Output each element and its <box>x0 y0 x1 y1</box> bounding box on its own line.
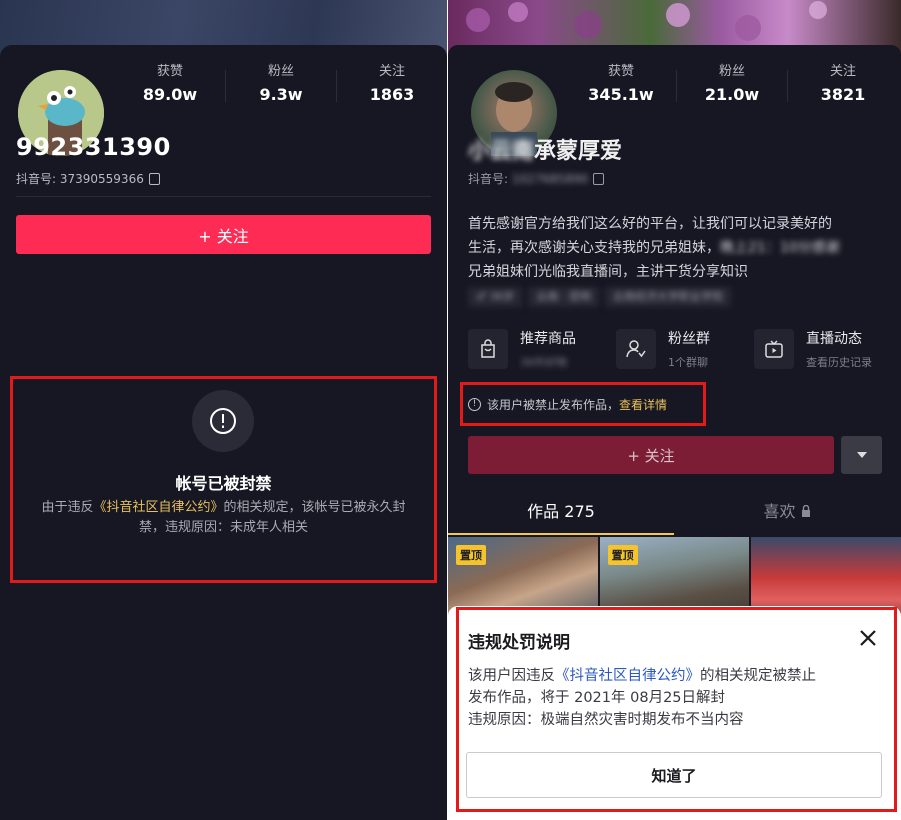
bag-icon <box>468 329 508 369</box>
stat-likes[interactable]: 获赞 89.0w <box>115 60 225 104</box>
feature-title: 推荐商品 <box>520 331 576 347</box>
alert-icon <box>192 390 254 452</box>
feature-products[interactable]: 推荐商品 36件好物 <box>468 325 606 373</box>
ban-desc-prefix: 由于违反 <box>41 500 94 515</box>
ban-title: 帐号已被封禁 <box>175 474 272 493</box>
highlight-box <box>456 607 897 812</box>
stat-value: 21.0w <box>704 85 760 104</box>
profile-name: 992331390 <box>16 133 171 161</box>
copy-icon[interactable] <box>148 173 160 185</box>
bio-text: 首先感谢官方给我们这么好的平台，让我们可以记录美好的 生活，再次感谢关心支持我的… <box>468 212 883 284</box>
live-icon <box>754 329 794 369</box>
stat-label: 关注 <box>829 64 856 79</box>
stat-value: 1863 <box>369 85 415 104</box>
douyin-id-label: 抖音号: <box>468 172 509 186</box>
feature-sub: 查看历史记录 <box>806 356 872 369</box>
pinned-badge: 置顶 <box>607 545 638 565</box>
tag-location: 云南 · 昆明 <box>528 287 599 307</box>
follow-button[interactable]: + 关注 <box>468 436 834 474</box>
feature-title: 直播动态 <box>806 331 862 347</box>
view-details-link[interactable]: 查看详情 <box>619 396 667 413</box>
divider <box>16 196 431 197</box>
bio-line: 生活，再次感谢关心支持我的兄弟姐妹，晚上21：10分感谢 <box>468 236 883 260</box>
douyin-id-value: 1027685890 <box>511 172 589 186</box>
ban-notice: ! 该用户被禁止发布作品， 查看详情 <box>468 396 667 413</box>
stat-value: 9.3w <box>259 85 303 104</box>
chevron-down-icon <box>856 452 867 458</box>
tab-likes-label: 喜欢 <box>763 502 796 521</box>
profile-name-blurred: 小云南 <box>468 139 535 164</box>
stat-following[interactable]: 关注 3821 <box>788 60 898 104</box>
follow-button[interactable]: + 关注 <box>16 215 431 254</box>
feature-fan-group[interactable]: 粉丝群 1个群聊 <box>616 325 744 373</box>
profile-name: 小云南承蒙厚爱 <box>468 133 622 165</box>
bio-line-text: 生活，再次感谢关心支持我的兄弟姐妹， <box>468 240 720 256</box>
douyin-id: 抖音号: 1027685890 <box>468 170 605 187</box>
ban-description: 由于违反《抖音社区自律公约》的相关规定，该帐号已被永久封禁，违规原因：未成年人相… <box>30 498 417 538</box>
stat-label: 获赞 <box>607 64 634 79</box>
fans-group-icon <box>616 329 656 369</box>
community-guidelines-link[interactable]: 《抖音社区自律公约》 <box>93 500 223 515</box>
bio-line-blurred: 晚上21：10分感谢 <box>720 240 840 256</box>
tag-age: ♂ 36岁 <box>468 287 523 307</box>
stat-likes[interactable]: 获赞 345.1w <box>566 60 676 104</box>
tag-school: 云南经济大学职业学院 <box>604 287 731 307</box>
left-profile-panel: 获赞 89.0w 粉丝 9.3w 关注 1863 992331390 抖音号: … <box>0 0 447 820</box>
tab-works[interactable]: 作品 275 <box>448 498 674 534</box>
stat-followers[interactable]: 粉丝 9.3w <box>226 60 336 104</box>
feature-live-history[interactable]: 直播动态 查看历史记录 <box>754 325 894 373</box>
profile-tags: ♂ 36岁 云南 · 昆明 云南经济大学职业学院 <box>468 287 731 307</box>
stats-row: 获赞 89.0w 粉丝 9.3w 关注 1863 <box>115 60 447 104</box>
stats-row: 获赞 345.1w 粉丝 21.0w 关注 3821 <box>566 60 898 104</box>
content-tabs: 作品 275 喜欢 <box>448 498 901 534</box>
stat-value: 89.0w <box>142 85 198 104</box>
profile-name-visible: 承蒙厚爱 <box>534 139 623 164</box>
stat-followers[interactable]: 粉丝 21.0w <box>677 60 787 104</box>
stat-label: 关注 <box>378 64 405 79</box>
bio-line: 兄弟姐妹们光临我直播间，主讲干货分享知识 <box>468 264 748 280</box>
bio-line: 首先感谢官方给我们这么好的平台，让我们可以记录美好的 <box>468 216 832 232</box>
lock-icon <box>801 504 810 517</box>
pinned-badge: 置顶 <box>456 545 486 565</box>
stat-following[interactable]: 关注 1863 <box>337 60 447 104</box>
douyin-id-text: 抖音号: 37390559366 <box>16 172 144 186</box>
copy-icon[interactable] <box>593 173 605 185</box>
more-options-button[interactable] <box>841 436 882 474</box>
feature-row: 推荐商品 36件好物 粉丝群 1个群聊 直播动态 查看历史记录 <box>468 325 894 373</box>
feature-sub: 1个群聊 <box>668 356 708 369</box>
notice-text: 该用户被禁止发布作品， <box>487 398 620 412</box>
info-icon: ! <box>468 398 481 411</box>
stat-value: 3821 <box>820 85 866 104</box>
stat-label: 获赞 <box>156 64 183 79</box>
stat-label: 粉丝 <box>267 64 294 79</box>
tab-indicator <box>448 533 674 535</box>
tab-likes[interactable]: 喜欢 <box>674 498 900 534</box>
feature-title: 粉丝群 <box>668 331 710 347</box>
stat-label: 粉丝 <box>718 64 745 79</box>
douyin-id: 抖音号: 37390559366 <box>16 170 160 187</box>
feature-sub: 36件好物 <box>520 356 567 369</box>
stat-value: 345.1w <box>588 85 654 104</box>
